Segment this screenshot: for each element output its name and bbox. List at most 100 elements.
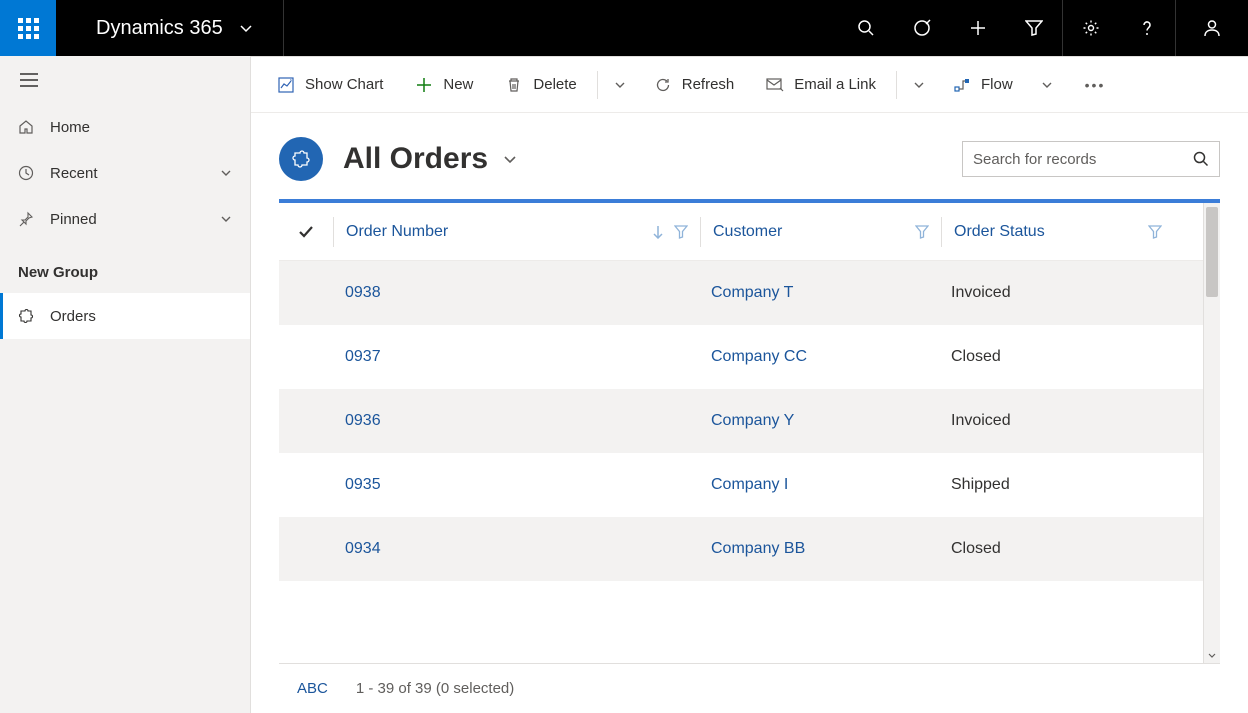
- sidebar-item-orders[interactable]: Orders: [0, 293, 250, 339]
- cell-status: Closed: [939, 540, 1171, 558]
- plus-icon: [415, 76, 433, 94]
- column-header-customer[interactable]: Customer: [701, 223, 941, 241]
- alpha-filter-link[interactable]: ABC: [297, 680, 328, 697]
- separator: [896, 71, 897, 99]
- refresh-button[interactable]: Refresh: [640, 65, 749, 105]
- sidebar-item-recent[interactable]: Recent: [0, 150, 250, 196]
- cell-customer[interactable]: Company T: [699, 284, 939, 302]
- record-count-status: 1 - 39 of 39 (0 selected): [356, 680, 514, 697]
- search-icon: [1193, 151, 1209, 167]
- cell-order-number[interactable]: 0937: [333, 348, 699, 366]
- cell-customer[interactable]: Company Y: [699, 412, 939, 430]
- cell-customer[interactable]: Company CC: [699, 348, 939, 366]
- sidebar: Home Recent Pinned New Group Orders: [0, 56, 251, 713]
- filter-button[interactable]: [1006, 0, 1062, 56]
- email-icon: [766, 76, 784, 94]
- sidebar-item-label: Recent: [50, 165, 98, 182]
- view-header: All Orders: [251, 113, 1248, 199]
- content-area: Show Chart New Delete Refresh Email a Li…: [251, 56, 1248, 713]
- funnel-icon: [674, 225, 688, 239]
- command-bar: Show Chart New Delete Refresh Email a Li…: [251, 57, 1248, 113]
- cell-status: Shipped: [939, 476, 1171, 494]
- sidebar-item-pinned[interactable]: Pinned: [0, 196, 250, 242]
- flow-dropdown-button[interactable]: [1031, 79, 1063, 91]
- table-row[interactable]: 0938 Company T Invoiced: [279, 261, 1203, 325]
- app-launcher-button[interactable]: [0, 0, 56, 56]
- command-label: Email a Link: [794, 76, 876, 93]
- funnel-icon: [915, 225, 929, 239]
- scrollbar-thumb[interactable]: [1206, 207, 1218, 297]
- command-label: New: [443, 76, 473, 93]
- pin-icon: [18, 211, 34, 227]
- sidebar-group-label: New Group: [0, 242, 250, 293]
- command-label: Show Chart: [305, 76, 383, 93]
- column-label: Customer: [713, 223, 782, 241]
- hamburger-icon: [20, 73, 38, 87]
- cell-status: Invoiced: [939, 284, 1171, 302]
- grid-header-row: Order Number Customer: [279, 203, 1203, 261]
- sidebar-item-label: Pinned: [50, 211, 97, 228]
- sort-down-icon: [652, 225, 664, 239]
- cell-order-number[interactable]: 0934: [333, 540, 699, 558]
- plus-icon: [969, 19, 987, 37]
- table-row[interactable]: 0934 Company BB Closed: [279, 517, 1203, 581]
- cell-order-number[interactable]: 0938: [333, 284, 699, 302]
- search-records-box[interactable]: [962, 141, 1220, 177]
- account-button[interactable]: [1176, 0, 1248, 56]
- search-icon: [857, 19, 875, 37]
- cell-customer[interactable]: Company I: [699, 476, 939, 494]
- sidebar-item-label: Orders: [50, 308, 96, 325]
- view-selector-button[interactable]: [502, 151, 518, 167]
- table-row[interactable]: 0937 Company CC Closed: [279, 325, 1203, 389]
- table-row[interactable]: 0936 Company Y Invoiced: [279, 389, 1203, 453]
- app-title-button[interactable]: Dynamics 365: [56, 0, 284, 56]
- chevron-down-icon: [1208, 653, 1216, 659]
- email-dropdown-button[interactable]: [903, 79, 935, 91]
- waffle-icon: [18, 18, 39, 39]
- chevron-down-icon: [239, 21, 253, 35]
- global-header: Dynamics 365: [0, 0, 1248, 56]
- app-title: Dynamics 365: [96, 17, 223, 40]
- view-title: All Orders: [343, 142, 488, 176]
- column-header-order-number[interactable]: Order Number: [334, 223, 700, 241]
- task-button[interactable]: [894, 0, 950, 56]
- scroll-down-arrow[interactable]: [1204, 649, 1220, 663]
- table-row[interactable]: 0935 Company I Shipped: [279, 453, 1203, 517]
- search-input[interactable]: [973, 151, 1193, 168]
- settings-button[interactable]: [1063, 0, 1119, 56]
- flow-button[interactable]: Flow: [939, 65, 1027, 105]
- person-icon: [1202, 18, 1222, 38]
- delete-dropdown-button[interactable]: [604, 79, 636, 91]
- chevron-down-icon: [1041, 79, 1053, 91]
- grid-footer: ABC 1 - 39 of 39 (0 selected): [279, 663, 1220, 713]
- chevron-down-icon: [502, 151, 518, 167]
- question-icon: [1138, 19, 1156, 37]
- chevron-down-icon: [220, 167, 232, 179]
- flow-icon: [953, 76, 971, 94]
- new-button[interactable]: New: [401, 65, 487, 105]
- gear-icon: [1082, 19, 1100, 37]
- search-button[interactable]: [838, 0, 894, 56]
- help-button[interactable]: [1119, 0, 1175, 56]
- sidebar-toggle-button[interactable]: [0, 56, 250, 104]
- sidebar-item-home[interactable]: Home: [0, 104, 250, 150]
- cell-order-number[interactable]: 0935: [333, 476, 699, 494]
- chevron-down-icon: [913, 79, 925, 91]
- cell-customer[interactable]: Company BB: [699, 540, 939, 558]
- target-icon: [913, 19, 931, 37]
- show-chart-button[interactable]: Show Chart: [263, 65, 397, 105]
- column-header-order-status[interactable]: Order Status: [942, 223, 1174, 241]
- grid-body: 0938 Company T Invoiced 0937 Company CC …: [279, 261, 1203, 581]
- cell-order-number[interactable]: 0936: [333, 412, 699, 430]
- sidebar-item-label: Home: [50, 119, 90, 136]
- funnel-icon: [1148, 225, 1162, 239]
- email-link-button[interactable]: Email a Link: [752, 65, 890, 105]
- delete-button[interactable]: Delete: [491, 65, 590, 105]
- check-icon: [297, 223, 315, 241]
- trash-icon: [505, 76, 523, 94]
- select-all-checkbox[interactable]: [279, 223, 333, 241]
- vertical-scrollbar[interactable]: [1203, 203, 1220, 663]
- column-label: Order Status: [954, 223, 1045, 241]
- add-button[interactable]: [950, 0, 1006, 56]
- more-commands-button[interactable]: •••: [1067, 77, 1124, 93]
